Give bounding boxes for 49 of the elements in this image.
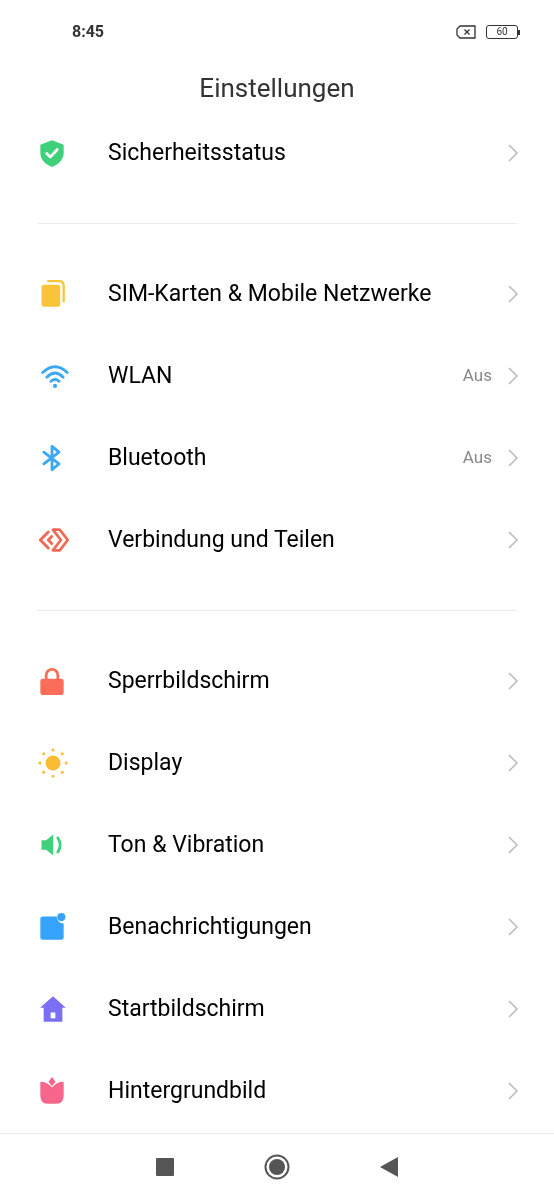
chevron-icon <box>508 1000 518 1018</box>
shield-icon <box>38 139 66 167</box>
chevron-icon <box>508 836 518 854</box>
settings-item[interactable]: WLAN Aus <box>0 335 554 417</box>
item-label: Sperrbildschirm <box>108 666 271 696</box>
item-label: Display <box>108 748 184 778</box>
settings-item[interactable]: Sicherheitsstatus <box>0 112 554 194</box>
share-arrows-icon <box>38 526 70 554</box>
chevron-icon <box>508 144 518 162</box>
chevron-icon <box>508 367 518 385</box>
clock: 8:45 <box>72 21 105 43</box>
item-label: Hintergrundbild <box>108 1076 268 1106</box>
chevron-icon <box>508 918 518 936</box>
item-label: Verbindung und Teilen <box>108 525 336 555</box>
item-value: Aus <box>462 446 492 470</box>
house-icon <box>38 995 68 1023</box>
item-label: WLAN <box>108 361 174 391</box>
item-label: Bluetooth <box>108 443 208 473</box>
home-button[interactable] <box>264 1154 290 1180</box>
item-value: Aus <box>462 364 492 388</box>
chevron-icon <box>508 1082 518 1100</box>
item-label: Ton & Vibration <box>108 830 266 860</box>
chevron-icon <box>508 672 518 690</box>
settings-item[interactable]: Display <box>0 722 554 804</box>
chevron-icon <box>508 449 518 467</box>
lock-icon <box>38 667 66 695</box>
settings-item[interactable]: Benachrichtigungen <box>0 886 554 968</box>
item-label: SIM-Karten & Mobile Netzwerke <box>108 279 433 309</box>
sun-icon <box>38 748 68 778</box>
settings-item[interactable]: SIM-Karten & Mobile Netzwerke <box>0 253 554 335</box>
settings-item[interactable]: Sperrbildschirm <box>0 640 554 722</box>
settings-item[interactable]: Bluetooth Aus <box>0 417 554 499</box>
settings-item[interactable]: Verbindung und Teilen <box>0 499 554 581</box>
tulip-icon <box>38 1077 66 1105</box>
back-button[interactable] <box>380 1157 398 1177</box>
item-label: Startbildschirm <box>108 994 266 1024</box>
settings-item[interactable]: Startbildschirm <box>0 968 554 1050</box>
chevron-icon <box>508 754 518 772</box>
page-title: Einstellungen <box>199 71 355 105</box>
settings-item[interactable]: Ton & Vibration <box>0 804 554 886</box>
wifi-icon <box>38 362 72 390</box>
settings-item[interactable]: Hintergrundbild <box>0 1050 554 1132</box>
no-sim-icon <box>456 25 476 39</box>
item-label: Benachrichtigungen <box>108 912 313 942</box>
notification-icon <box>38 913 66 941</box>
battery-indicator: 60 <box>486 25 520 39</box>
chevron-icon <box>508 531 518 549</box>
chevron-icon <box>508 285 518 303</box>
item-label: Sicherheitsstatus <box>108 138 287 168</box>
